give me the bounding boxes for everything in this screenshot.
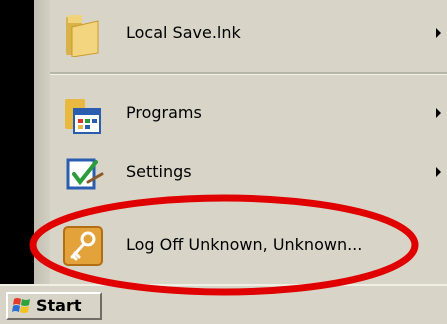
submenu-arrow-icon xyxy=(436,167,441,177)
log-off-menu-item[interactable]: Log Off Unknown, Unknown... xyxy=(50,219,447,271)
menu-item-label: Log Off Unknown, Unknown... xyxy=(126,235,363,254)
menu-item-programs[interactable]: Programs xyxy=(50,87,447,139)
submenu-arrow-icon xyxy=(436,108,441,118)
menu-separator xyxy=(50,72,447,75)
desktop-left-strip xyxy=(0,0,34,284)
start-menu-side-band xyxy=(34,0,50,284)
programs-icon xyxy=(65,99,101,134)
windows-flag-icon xyxy=(12,298,30,313)
submenu-arrow-icon xyxy=(436,28,441,38)
menu-item-label: Programs xyxy=(126,103,202,122)
menu-item-label: Settings xyxy=(126,162,192,181)
menu-item-local-save[interactable]: Local Save.lnk xyxy=(50,7,447,59)
menu-item-label: Local Save.lnk xyxy=(126,23,241,42)
menu-item-settings[interactable]: Settings xyxy=(50,146,447,198)
folder-icon xyxy=(66,15,99,57)
start-label: Start xyxy=(36,296,82,315)
settings-icon xyxy=(66,158,104,190)
start-button[interactable]: Start xyxy=(6,292,102,320)
taskbar: Start xyxy=(0,284,447,324)
log-off-key-icon xyxy=(63,226,103,266)
